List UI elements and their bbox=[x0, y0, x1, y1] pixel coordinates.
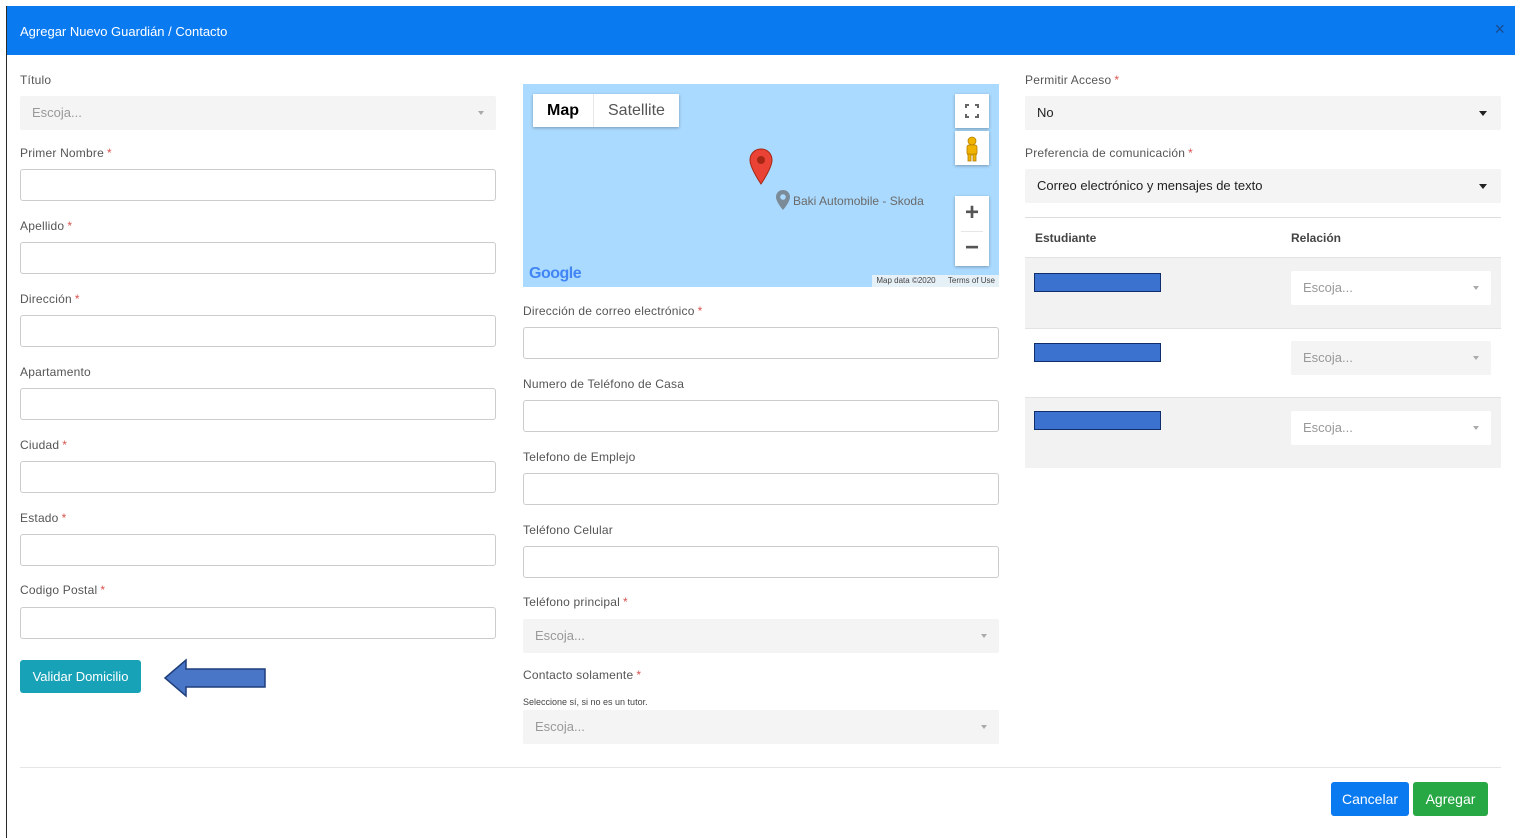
titulo-select[interactable]: Escoja... bbox=[20, 96, 496, 130]
cancel-button[interactable]: Cancelar bbox=[1331, 782, 1409, 816]
chevron-down-icon bbox=[981, 725, 987, 729]
tel-empleo-input[interactable] bbox=[523, 473, 999, 505]
redacted-student-name bbox=[1034, 343, 1161, 362]
validar-domicilio-button[interactable]: Validar Domicilio bbox=[20, 660, 141, 693]
contacto-solamente-label: Contacto solamente * bbox=[523, 668, 642, 682]
preferencia-label: Preferencia de comunicación * bbox=[1025, 146, 1194, 160]
map-type-control: Map Satellite bbox=[533, 94, 679, 127]
table-divider bbox=[1025, 217, 1501, 218]
relacion-select[interactable]: Escoja... bbox=[1291, 341, 1491, 375]
relacion-select[interactable]: Escoja... bbox=[1291, 271, 1491, 305]
satellite-tab[interactable]: Satellite bbox=[593, 94, 679, 127]
chevron-down-icon bbox=[1479, 111, 1487, 116]
map-attribution: Map data ©2020 Terms of Use bbox=[872, 275, 999, 287]
chevron-down-icon bbox=[1473, 426, 1479, 430]
tel-celular-label: Teléfono Celular bbox=[523, 523, 613, 537]
map-widget[interactable]: Map Satellite + − Baki Automobile - Skod… bbox=[523, 84, 999, 287]
preferencia-select-value: Correo electrónico y mensajes de texto bbox=[1037, 178, 1263, 193]
apellido-input[interactable] bbox=[20, 242, 496, 274]
primer-nombre-input[interactable] bbox=[20, 169, 496, 201]
contacto-solamente-hint: Seleccione sí, si no es un tutor. bbox=[523, 697, 648, 707]
zoom-in-button[interactable]: + bbox=[955, 196, 989, 231]
estado-input[interactable] bbox=[20, 534, 496, 566]
map-attribution-text: Map data ©2020 bbox=[876, 276, 936, 285]
apellido-label: Apellido * bbox=[20, 219, 73, 233]
estado-label: Estado * bbox=[20, 511, 67, 525]
fullscreen-button[interactable] bbox=[955, 94, 989, 128]
tel-principal-select-value: Escoja... bbox=[535, 628, 585, 643]
tel-principal-label: Teléfono principal * bbox=[523, 595, 628, 609]
close-icon[interactable]: × bbox=[1494, 19, 1505, 39]
zoom-out-button[interactable]: − bbox=[955, 231, 989, 266]
relacion-select-value: Escoja... bbox=[1303, 420, 1353, 435]
chevron-down-icon bbox=[1473, 286, 1479, 290]
pegman-icon bbox=[966, 136, 978, 162]
redacted-student-name bbox=[1034, 273, 1161, 292]
footer-divider bbox=[20, 767, 1501, 768]
relacion-select-value: Escoja... bbox=[1303, 280, 1353, 295]
fullscreen-icon bbox=[965, 104, 979, 118]
apartamento-input[interactable] bbox=[20, 388, 496, 420]
ciudad-label: Ciudad * bbox=[20, 438, 68, 452]
terms-link[interactable]: Terms of Use bbox=[948, 276, 995, 285]
chevron-down-icon bbox=[981, 634, 987, 638]
table-row: Escoja... bbox=[1025, 257, 1501, 328]
table-row: Escoja... bbox=[1025, 397, 1501, 468]
chevron-down-icon bbox=[478, 111, 484, 115]
contacto-solamente-select[interactable]: Escoja... bbox=[523, 710, 999, 744]
relacion-header: Relación bbox=[1291, 231, 1342, 245]
pegman-button[interactable] bbox=[955, 131, 989, 165]
titulo-select-value: Escoja... bbox=[32, 105, 82, 120]
codigo-postal-input[interactable] bbox=[20, 607, 496, 639]
place-pin-icon bbox=[776, 190, 790, 210]
ciudad-input[interactable] bbox=[20, 461, 496, 493]
direccion-label: Dirección * bbox=[20, 292, 80, 306]
map-tab[interactable]: Map bbox=[533, 94, 593, 127]
place-label: Baki Automobile - Skoda bbox=[793, 194, 924, 208]
redacted-student-name bbox=[1034, 411, 1161, 430]
relacion-select[interactable]: Escoja... bbox=[1291, 411, 1491, 445]
modal-title: Agregar Nuevo Guardián / Contacto bbox=[20, 24, 228, 39]
relacion-select-value: Escoja... bbox=[1303, 350, 1353, 365]
email-input[interactable] bbox=[523, 327, 999, 359]
chevron-down-icon bbox=[1479, 184, 1487, 189]
tel-empleo-label: Telefono de Emplejo bbox=[523, 450, 636, 464]
tel-casa-label: Numero de Teléfono de Casa bbox=[523, 377, 685, 391]
arrow-left-icon bbox=[164, 658, 266, 698]
codigo-postal-label: Codigo Postal * bbox=[20, 583, 106, 597]
tel-celular-input[interactable] bbox=[523, 546, 999, 578]
preferencia-select[interactable]: Correo electrónico y mensajes de texto bbox=[1025, 169, 1501, 203]
permitir-acceso-select-value: No bbox=[1037, 105, 1054, 120]
direccion-input[interactable] bbox=[20, 315, 496, 347]
tel-principal-select[interactable]: Escoja... bbox=[523, 619, 999, 653]
tel-casa-input[interactable] bbox=[523, 400, 999, 432]
zoom-control: + − bbox=[955, 196, 989, 266]
email-label: Dirección de correo electrónico * bbox=[523, 304, 703, 318]
permitir-acceso-select[interactable]: No bbox=[1025, 96, 1501, 130]
chevron-down-icon bbox=[1473, 356, 1479, 360]
contacto-solamente-select-value: Escoja... bbox=[535, 719, 585, 734]
add-guardian-modal: Agregar Nuevo Guardián / Contacto × Títu… bbox=[6, 6, 1515, 838]
primer-nombre-label: Primer Nombre * bbox=[20, 146, 112, 160]
table-row: Escoja... bbox=[1025, 328, 1501, 399]
map-marker-icon[interactable] bbox=[749, 148, 773, 186]
estudiante-header: Estudiante bbox=[1035, 231, 1097, 245]
titulo-label: Título bbox=[20, 73, 52, 87]
google-logo: Google bbox=[529, 265, 582, 282]
add-button[interactable]: Agregar bbox=[1413, 782, 1488, 816]
permitir-acceso-label: Permitir Acceso * bbox=[1025, 73, 1120, 87]
modal-header: Agregar Nuevo Guardián / Contacto × bbox=[7, 6, 1515, 55]
apartamento-label: Apartamento bbox=[20, 365, 91, 379]
